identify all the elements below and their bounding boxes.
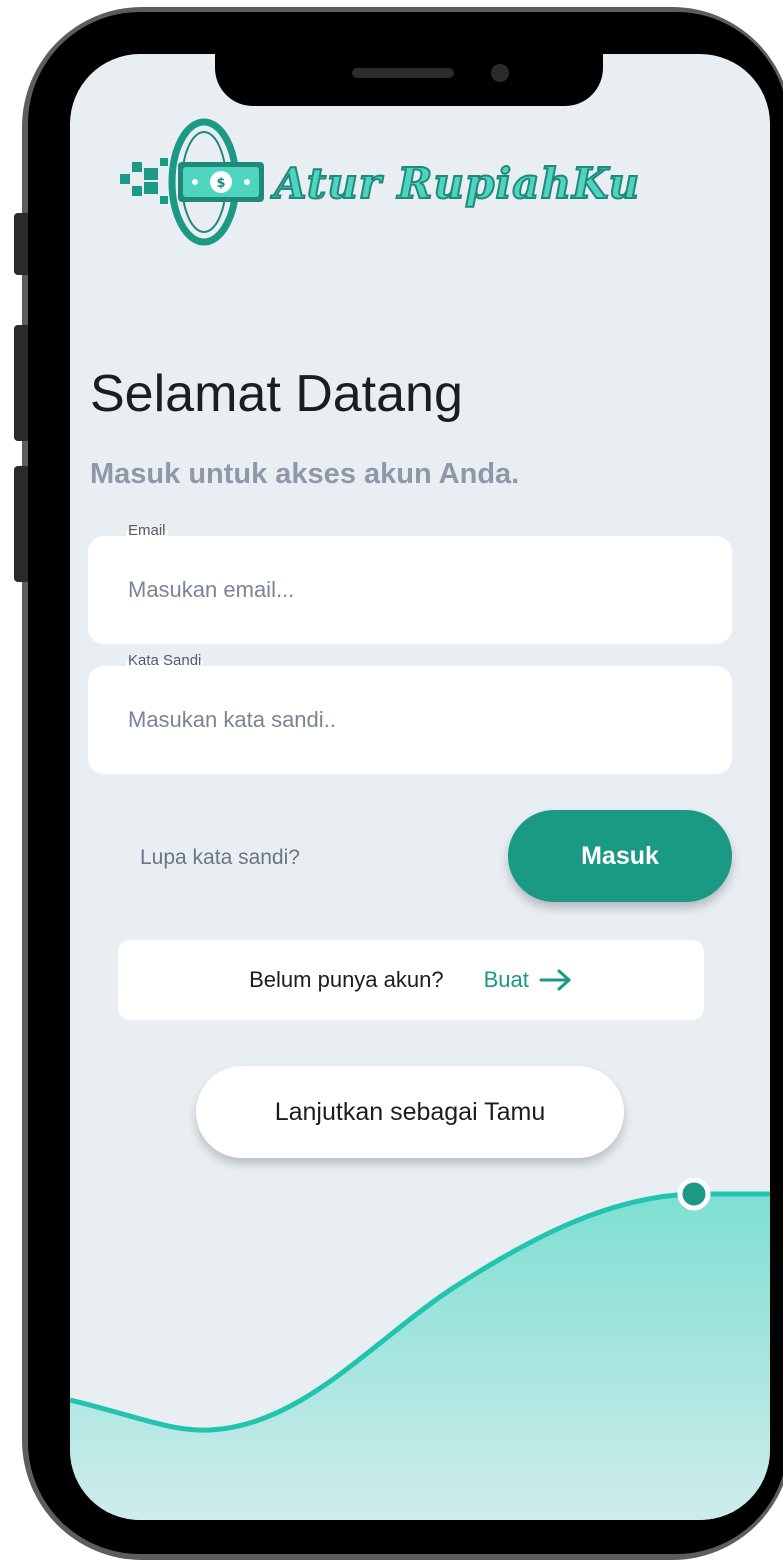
forgot-password-link[interactable]: Lupa kata sandi? — [140, 846, 300, 870]
app-logo: $ Atur RupiahKu — [120, 118, 640, 248]
phone-screen: $ Atur RupiahKu Selamat Datang Masuk unt… — [70, 54, 770, 1520]
signup-link-label: Buat — [483, 967, 529, 992]
arrow-right-icon — [539, 969, 571, 991]
continue-as-guest-button[interactable]: Lanjutkan sebagai Tamu — [196, 1066, 624, 1158]
page-subtitle: Masuk untuk akses akun Anda. — [90, 458, 520, 490]
login-button[interactable]: Masuk — [508, 810, 732, 902]
speaker-icon — [352, 68, 454, 78]
page-title: Selamat Datang — [90, 365, 463, 423]
password-label: Kata Sandi — [126, 652, 204, 669]
money-bill-logo-icon: $ — [120, 118, 264, 246]
email-input[interactable] — [126, 566, 710, 614]
camera-icon — [491, 64, 509, 82]
wave-endpoint-dot — [677, 1177, 711, 1211]
app-name: Atur RupiahKu — [273, 158, 641, 209]
phone-side-button-volume-up — [14, 325, 28, 441]
phone-side-button-mute — [14, 213, 28, 275]
email-field: Email — [88, 522, 732, 644]
password-input[interactable] — [126, 696, 710, 744]
signup-link[interactable]: Buat — [484, 967, 573, 993]
signup-prompt: Belum punya akun? — [249, 967, 444, 992]
password-field: Kata Sandi — [88, 652, 732, 774]
signup-card: Belum punya akun? Buat — [118, 940, 704, 1020]
svg-text:$: $ — [216, 176, 225, 191]
phone-side-button-volume-down — [14, 466, 28, 582]
email-label: Email — [126, 522, 168, 539]
phone-notch — [215, 54, 603, 106]
decorative-wave — [70, 1177, 770, 1520]
